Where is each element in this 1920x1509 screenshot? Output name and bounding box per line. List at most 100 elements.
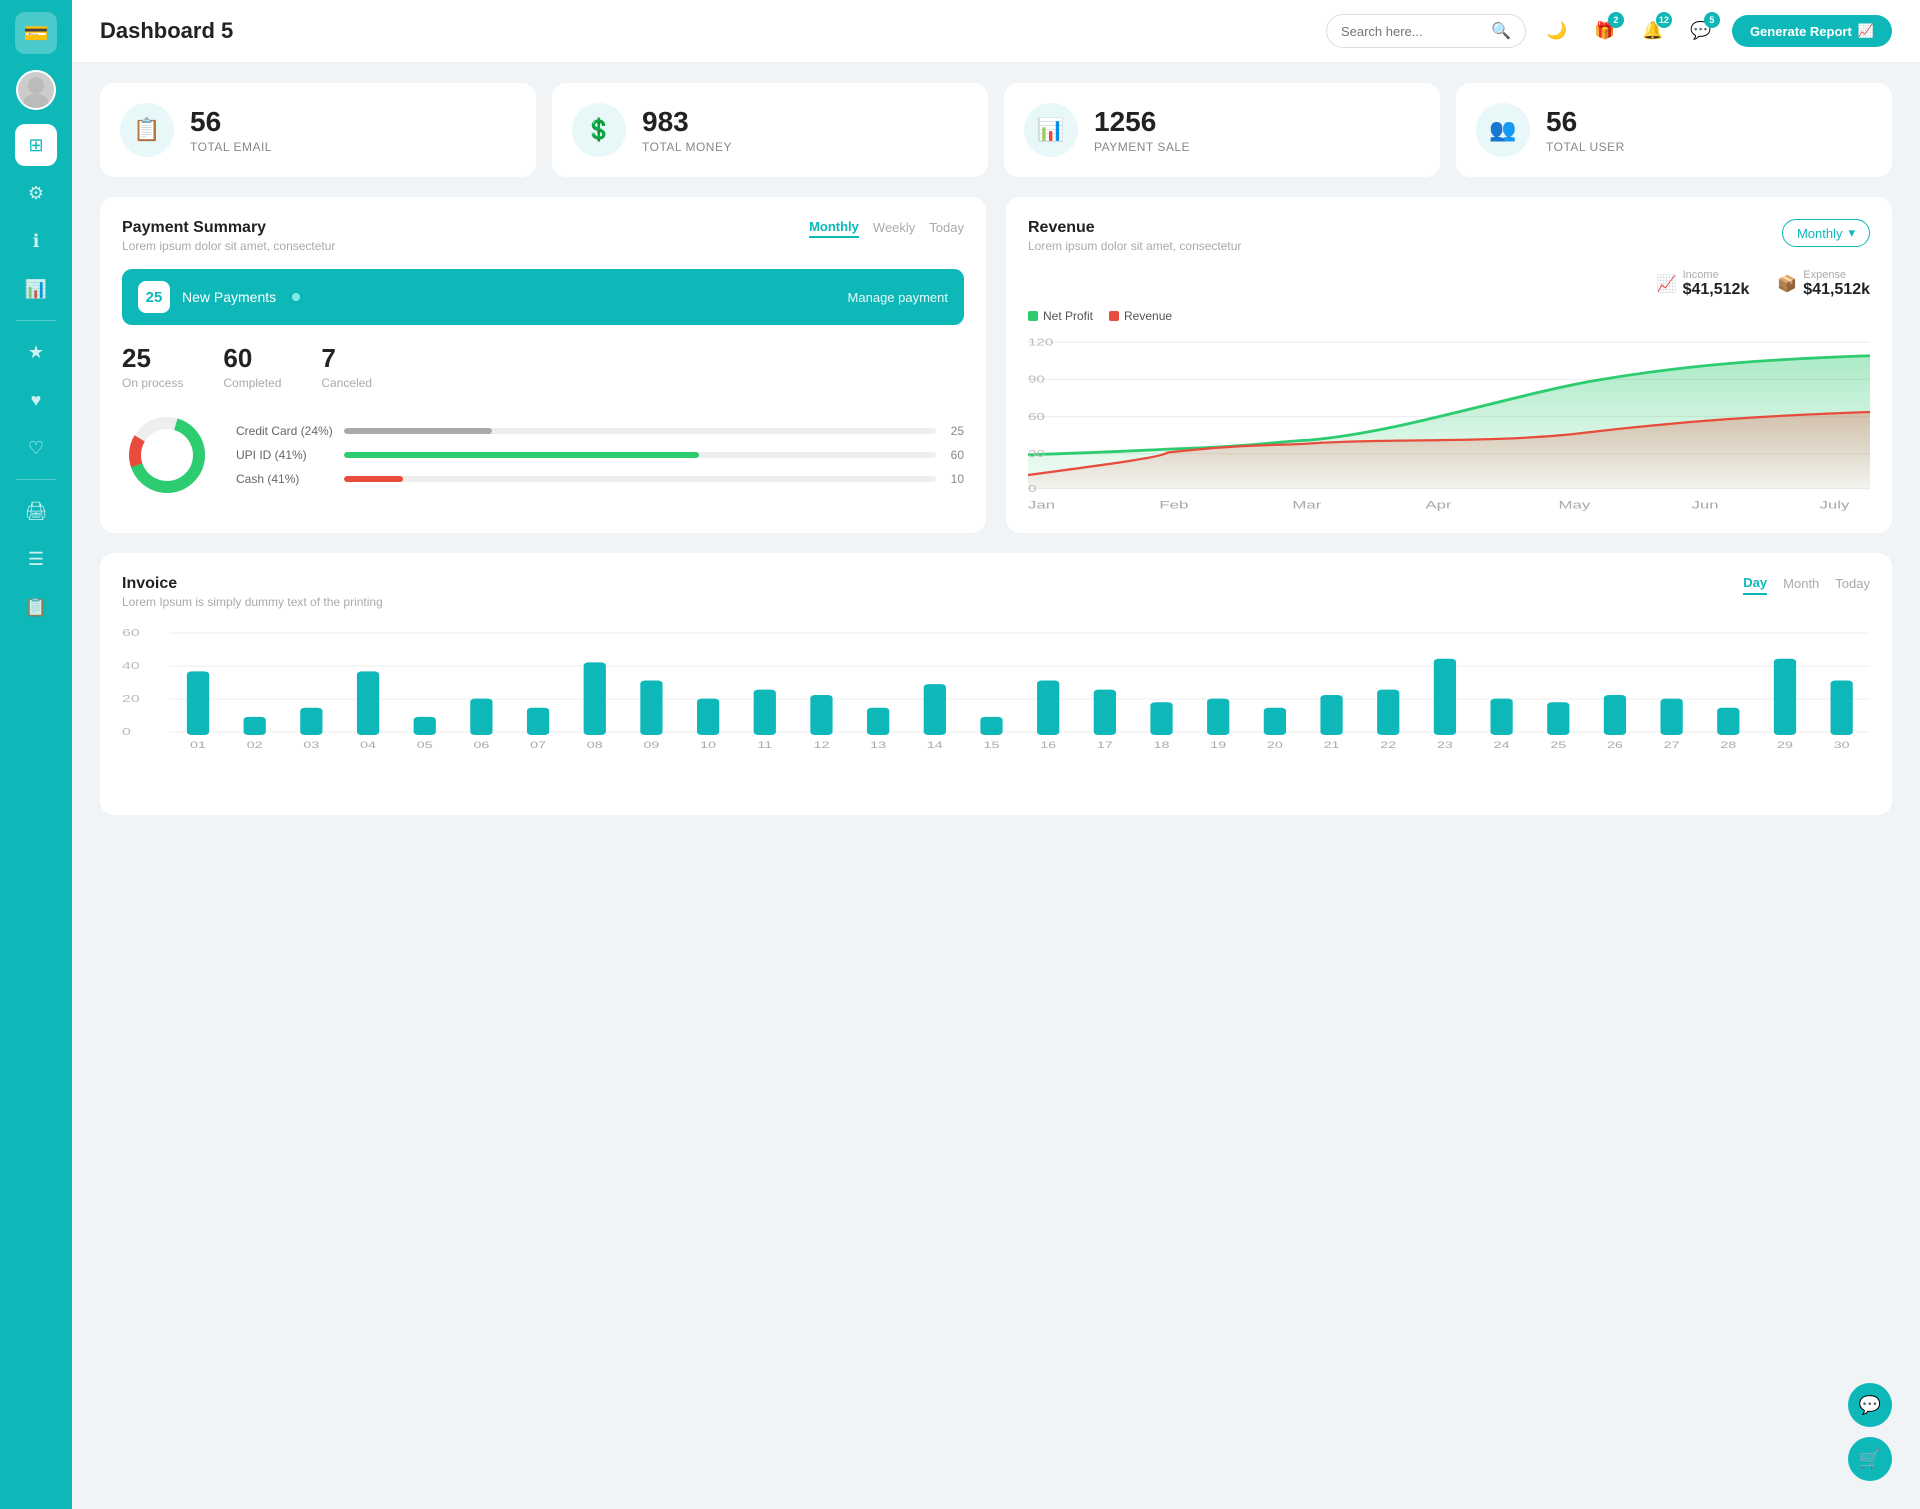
- fab-cart-button[interactable]: 🛒: [1848, 1437, 1892, 1481]
- completed-label: Completed: [223, 376, 281, 390]
- sidebar-item-analytics[interactable]: 📊: [15, 268, 57, 310]
- bar-14[interactable]: [924, 684, 946, 735]
- dashboard-icon: ⊞: [28, 135, 43, 156]
- bar-27[interactable]: [1661, 699, 1683, 735]
- chart-bar-icon: 📈: [1858, 23, 1874, 39]
- bar-label-01: 01: [190, 740, 206, 751]
- stat-canceled: 7 Canceled: [321, 343, 372, 390]
- invoice-tab-today[interactable]: Today: [1835, 575, 1870, 595]
- bar-16[interactable]: [1037, 681, 1059, 736]
- sidebar-item-dashboard[interactable]: ⊞: [15, 124, 57, 166]
- bar-07[interactable]: [527, 708, 549, 735]
- bar-06[interactable]: [470, 699, 492, 735]
- bar-30[interactable]: [1831, 681, 1853, 736]
- svg-text:July: July: [1819, 499, 1850, 511]
- bar-19[interactable]: [1207, 699, 1229, 735]
- sidebar-item-print[interactable]: 🖨: [15, 490, 57, 532]
- total-money-label: TOTAL MONEY: [642, 140, 732, 154]
- bar-label-10: 10: [700, 740, 716, 751]
- bar-04[interactable]: [357, 671, 379, 735]
- generate-report-button[interactable]: Generate Report 📈: [1732, 15, 1892, 47]
- total-email-num: 56: [190, 106, 272, 138]
- sidebar-item-star[interactable]: ★: [15, 331, 57, 373]
- sidebar-item-doc[interactable]: 📋: [15, 586, 57, 628]
- svg-text:20: 20: [122, 693, 140, 704]
- tab-monthly[interactable]: Monthly: [809, 219, 859, 238]
- svg-text:0: 0: [1028, 482, 1036, 494]
- gift-button[interactable]: 🎁 2: [1588, 14, 1622, 48]
- bar-08[interactable]: [584, 662, 606, 735]
- sidebar-item-settings[interactable]: ⚙: [15, 172, 57, 214]
- new-payments-label: New Payments: [182, 289, 276, 305]
- legend-dot-profit: [1028, 311, 1038, 321]
- sidebar-item-info[interactable]: ℹ: [15, 220, 57, 262]
- revenue-card: Revenue Lorem ipsum dolor sit amet, cons…: [1006, 197, 1892, 533]
- bar-17[interactable]: [1094, 690, 1116, 735]
- bar-01[interactable]: [187, 671, 209, 735]
- bar-21[interactable]: [1320, 695, 1342, 735]
- bar-26[interactable]: [1604, 695, 1626, 735]
- chevron-down-icon: ▾: [1848, 225, 1855, 241]
- manage-payment-link[interactable]: Manage payment: [848, 290, 948, 305]
- bar-22[interactable]: [1377, 690, 1399, 735]
- bar-29[interactable]: [1774, 659, 1796, 735]
- sidebar-item-heart2[interactable]: ♡: [15, 427, 57, 469]
- bell-button[interactable]: 🔔 12: [1636, 14, 1670, 48]
- total-email-label: TOTAL EMAIL: [190, 140, 272, 154]
- bar-11[interactable]: [754, 690, 776, 735]
- bar-25[interactable]: [1547, 702, 1569, 735]
- new-payments-row: 25 New Payments Manage payment: [122, 269, 964, 325]
- stat-card-payment-sale: 📊 1256 PAYMENT SALE: [1004, 83, 1440, 177]
- sidebar-logo[interactable]: 💳: [15, 12, 57, 54]
- bar-02[interactable]: [244, 717, 266, 735]
- bar-12[interactable]: [810, 695, 832, 735]
- analytics-icon: 📊: [25, 279, 47, 300]
- bar-label-09: 09: [643, 740, 659, 751]
- sidebar-item-heart1[interactable]: ♥: [15, 379, 57, 421]
- progress-list: Credit Card (24%) 25 UPI ID (41%) 60: [236, 424, 964, 486]
- expense-val: $41,512k: [1803, 281, 1870, 299]
- bar-05[interactable]: [414, 717, 436, 735]
- payment-summary-card: Payment Summary Lorem ipsum dolor sit am…: [100, 197, 986, 533]
- svg-text:60: 60: [122, 627, 140, 638]
- bar-label-03: 03: [303, 740, 319, 751]
- bar-23[interactable]: [1434, 659, 1456, 735]
- theme-toggle-button[interactable]: 🌙: [1540, 14, 1574, 48]
- upi-bar-bg: [344, 452, 936, 458]
- tab-today[interactable]: Today: [929, 219, 964, 238]
- bar-label-27: 27: [1664, 740, 1680, 751]
- revenue-chart: Jan Feb Mar Apr May Jun July 120 90 60 3…: [1028, 331, 1870, 511]
- search-box[interactable]: 🔍: [1326, 14, 1526, 48]
- chat-button[interactable]: 💬 5: [1684, 14, 1718, 48]
- tab-weekly[interactable]: Weekly: [873, 219, 915, 238]
- stat-icon-user: 👥: [1476, 103, 1530, 157]
- fab-container: 💬 🛒: [1848, 1383, 1892, 1481]
- wallet-icon: 💳: [24, 21, 49, 46]
- income-expense-row: 📈 Income $41,512k 📦 Expense $41,512k: [1028, 269, 1870, 299]
- bar-09[interactable]: [640, 681, 662, 736]
- bar-24[interactable]: [1490, 699, 1512, 735]
- bar-18[interactable]: [1150, 702, 1172, 735]
- bar-13[interactable]: [867, 708, 889, 735]
- invoice-tab-day[interactable]: Day: [1743, 575, 1767, 595]
- revenue-monthly-dropdown[interactable]: Monthly ▾: [1782, 219, 1870, 247]
- search-input[interactable]: [1341, 24, 1483, 39]
- info-icon: ℹ: [33, 231, 40, 252]
- stat-info-email: 56 TOTAL EMAIL: [190, 106, 272, 154]
- bar-20[interactable]: [1264, 708, 1286, 735]
- sidebar-item-list[interactable]: ☰: [15, 538, 57, 580]
- canceled-label: Canceled: [321, 376, 372, 390]
- invoice-tab-month[interactable]: Month: [1783, 575, 1819, 595]
- fab-chat-button[interactable]: 💬: [1848, 1383, 1892, 1427]
- avatar[interactable]: [16, 70, 56, 110]
- gift-badge: 2: [1608, 12, 1624, 28]
- payment-stats-row: 25 On process 60 Completed 7 Canceled: [122, 343, 964, 390]
- bar-03[interactable]: [300, 708, 322, 735]
- bar-28[interactable]: [1717, 708, 1739, 735]
- bar-label-11: 11: [757, 740, 772, 751]
- bar-label-17: 17: [1097, 740, 1113, 751]
- print-icon: 🖨: [25, 501, 48, 522]
- bar-label-28: 28: [1720, 740, 1736, 751]
- bar-15[interactable]: [980, 717, 1002, 735]
- bar-10[interactable]: [697, 699, 719, 735]
